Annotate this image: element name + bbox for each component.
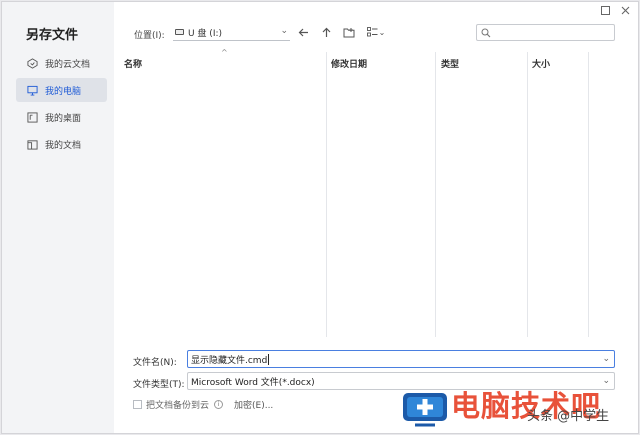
info-icon[interactable]: i (214, 400, 224, 409)
filetype-label: 文件类型(T): (133, 380, 185, 390)
arrow-up-icon (322, 27, 330, 37)
column-header-modified[interactable]: 修改日期 (331, 57, 367, 70)
sort-ascending-icon: ^ (221, 48, 228, 57)
column-divider[interactable] (527, 52, 528, 337)
usb-drive-icon (175, 29, 184, 35)
computer-icon (27, 85, 38, 96)
watermark-overlay: 电脑技术吧 头条 @中学生 (401, 383, 638, 433)
sidebar-item-my-computer[interactable]: 我的电脑 (16, 78, 107, 102)
column-divider[interactable] (326, 52, 327, 337)
filename-input[interactable]: 显示隐藏文件.cmd ⌄ (187, 350, 615, 368)
sidebar-item-label: 我的桌面 (45, 113, 82, 124)
search-icon (481, 28, 491, 37)
column-divider[interactable] (588, 52, 589, 337)
chevron-down-icon: ⌄ (280, 26, 288, 36)
column-divider[interactable] (435, 52, 436, 337)
maximize-icon (600, 6, 610, 15)
encrypt-link[interactable]: 加密(E)... (234, 398, 273, 411)
sidebar: 另存文件 我的云文档 我的电脑 我的桌面 我的文档 (2, 2, 114, 433)
text-caret (268, 353, 270, 365)
sidebar-item-label: 我的电脑 (45, 86, 82, 97)
close-button[interactable] (619, 6, 631, 18)
save-file-dialog: 另存文件 我的云文档 我的电脑 我的桌面 我的文档 位置(I): U 盘 (I:… (1, 1, 639, 434)
sidebar-item-label: 我的文档 (45, 140, 82, 151)
location-label: 位置(I): (134, 31, 165, 41)
chevron-down-icon: ⌄ (378, 27, 386, 37)
backup-checkbox[interactable] (133, 400, 142, 409)
up-button[interactable] (319, 25, 333, 39)
column-header-name[interactable]: 名称 (124, 57, 142, 70)
location-value: U 盘 (I:) (188, 28, 223, 39)
location-select[interactable]: U 盘 (I:) ⌄ (173, 24, 290, 41)
computer-logo-icon (403, 393, 447, 427)
sidebar-item-label: 我的云文档 (45, 59, 91, 70)
sidebar-item-documents[interactable]: 我的文档 (16, 132, 107, 156)
backup-to-cloud-option: 把文档备份到云 i (133, 398, 224, 411)
filename-label: 文件名(N): (133, 358, 177, 368)
maximize-button[interactable] (599, 6, 611, 18)
documents-icon (27, 139, 38, 150)
column-header-type[interactable]: 类型 (441, 57, 459, 70)
watermark-subtext: 头条 @中学生 (527, 409, 610, 424)
cloud-doc-icon (27, 57, 38, 69)
search-input[interactable] (476, 24, 615, 41)
chevron-down-icon: ⌄ (602, 354, 610, 364)
file-list[interactable]: ^ 名称 修改日期 类型 大小 (118, 48, 615, 337)
filetype-value: Microsoft Word 文件(*.docx) (191, 377, 315, 388)
sidebar-item-desktop[interactable]: 我的桌面 (16, 105, 107, 129)
sidebar-item-cloud-docs[interactable]: 我的云文档 (16, 51, 107, 75)
arrow-left-icon (298, 28, 308, 36)
new-folder-button[interactable] (342, 25, 356, 39)
close-icon (621, 6, 629, 15)
filename-value: 显示隐藏文件.cmd (191, 355, 268, 366)
desktop-icon (27, 111, 38, 123)
backup-label: 把文档备份到云 (146, 401, 210, 411)
list-view-icon (366, 27, 378, 37)
back-button[interactable] (296, 25, 310, 39)
column-header-size[interactable]: 大小 (532, 57, 550, 70)
view-mode-button[interactable]: ⌄ (365, 25, 387, 39)
dialog-title: 另存文件 (26, 28, 79, 43)
new-folder-icon (343, 27, 355, 37)
